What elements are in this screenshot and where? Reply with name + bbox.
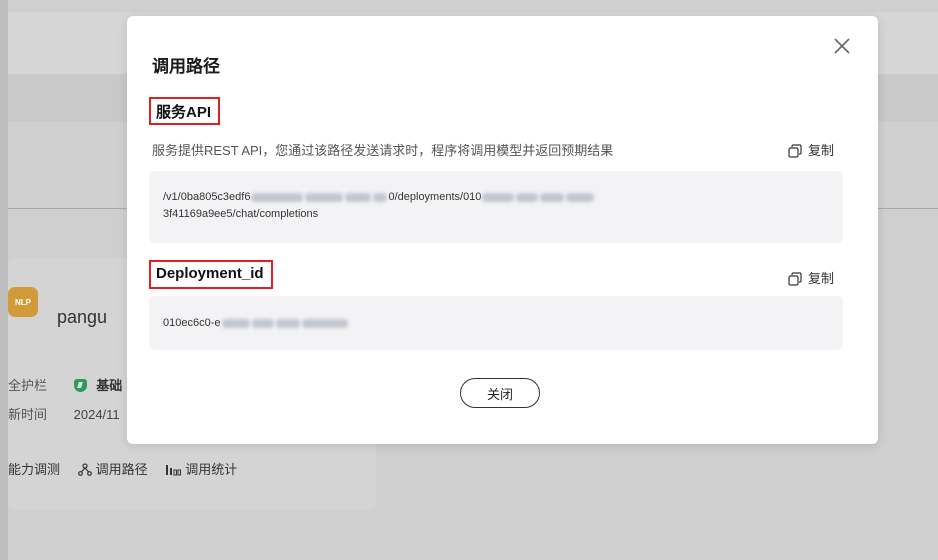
redacted-segment [345,192,372,202]
call-path-link[interactable]: 调用路径 [77,462,152,477]
call-stats-label: 调用统计 [185,462,238,477]
path-icon [77,463,92,476]
redacted-segment [373,192,388,202]
api-path-line-1: /v1/0ba805c3edf6 0/deployments/010 [163,189,843,206]
copy-api-label: 复制 [808,143,835,158]
service-api-heading: 服务API [149,97,221,125]
copy-deployment-label: 复制 [808,271,835,286]
redacted-segment [516,192,539,202]
api-path-part-start: /v1/0ba805c3edf6 [163,191,251,203]
updated-label: 新时间 [8,407,48,422]
redacted-segment [301,318,348,328]
deployment-id-box: 010ec6c0-e [149,296,843,350]
capability-test-link[interactable]: 能力调测 [8,462,60,477]
page-left-edge [0,0,8,560]
model-guardrail-row: 全护栏 基础 [8,375,122,394]
close-button[interactable]: 关闭 [460,378,540,408]
redacted-segment [482,192,515,202]
redacted-segment [221,318,250,328]
call-path-dialog: 调用路径 服务API 服务提供REST API，您通过该路径发送请求时，程序将调… [127,16,878,444]
api-path-box: /v1/0ba805c3edf6 0/deployments/010 3f4116… [149,171,843,243]
updated-value: 2024/11 [73,407,120,422]
bar-chart-icon [166,465,182,476]
model-updated-row: 新时间 2024/11 [8,404,120,423]
call-stats-link[interactable]: 调用统计 [165,462,237,477]
call-path-label: 调用路径 [95,462,148,477]
redacted-segment [251,318,274,328]
copy-icon [788,144,802,158]
redacted-segment [305,192,344,202]
copy-api-path-button[interactable]: 复制 [788,140,834,159]
deployment-id-start: 010ec6c0-e [163,317,221,329]
api-path-part-mid: 0/deployments/010 [388,191,482,203]
guardrail-label: 全护栏 [8,378,48,393]
service-api-description: 服务提供REST API，您通过该路径发送请求时，程序将调用模型并返回预期结果 [152,143,614,158]
copy-icon [788,272,802,286]
nlp-chip-icon: NLP [8,287,38,317]
api-path-line-2: 3f41169a9ee5/chat/completions [163,208,319,220]
redacted-segment [275,318,300,328]
model-name: pangu [57,307,108,327]
redacted-segment [251,192,304,202]
redacted-segment [540,192,565,202]
deployment-id-heading: Deployment_id [149,260,273,289]
redacted-segment [566,192,595,202]
model-card-actions: 能力调测 调用路径 调用统计 [8,459,251,478]
close-icon[interactable] [832,36,852,56]
dialog-title: 调用路径 [152,57,220,76]
shield-icon [73,379,87,392]
guardrail-value: 基础 [96,378,123,393]
copy-deployment-id-button[interactable]: 复制 [788,268,834,287]
